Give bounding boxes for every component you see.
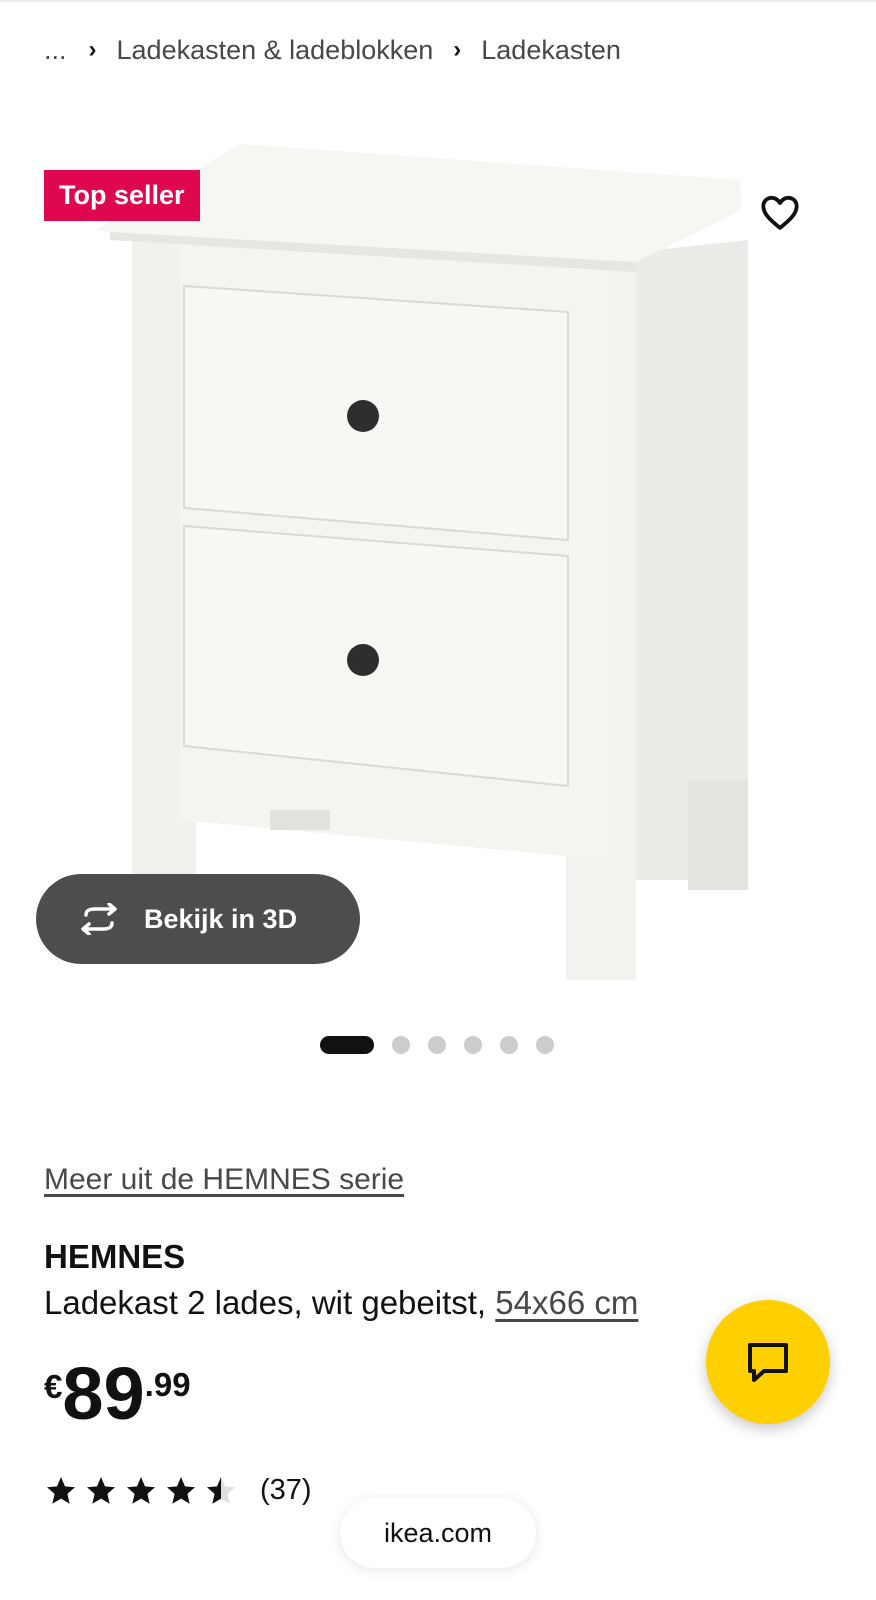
- view-in-3d-label: Bekijk in 3D: [144, 903, 298, 934]
- rating-stars: [44, 1475, 238, 1507]
- gallery-pagination: [320, 1034, 554, 1056]
- top-divider: [0, 0, 876, 2]
- gallery-dot-active[interactable]: [320, 1036, 374, 1054]
- view-in-3d-button[interactable]: Bekijk in 3D: [36, 874, 360, 964]
- heart-icon: [761, 195, 799, 230]
- gallery-dot[interactable]: [500, 1036, 518, 1054]
- product-description: Ladekast 2 lades, wit gebeitst, 54x66 cm: [44, 1284, 638, 1322]
- chat-button[interactable]: [706, 1300, 830, 1424]
- product-dimensions-link[interactable]: 54x66 cm: [495, 1284, 638, 1321]
- chevron-right-icon: ›: [88, 36, 97, 63]
- star-icon: [47, 1476, 75, 1504]
- star-icon: [87, 1476, 115, 1504]
- gallery-dot[interactable]: [464, 1036, 482, 1054]
- favourite-button[interactable]: [740, 172, 820, 252]
- product-description-text: Ladekast 2 lades, wit gebeitst,: [44, 1284, 487, 1321]
- product-rating[interactable]: (37): [44, 1474, 312, 1507]
- gallery-dot[interactable]: [428, 1036, 446, 1054]
- price-integer: 89: [62, 1352, 145, 1435]
- gallery-dot[interactable]: [536, 1036, 554, 1054]
- product-brand: HEMNES: [44, 1238, 186, 1275]
- chevron-right-icon: ›: [453, 36, 462, 63]
- breadcrumb: ... › Ladekasten & ladeblokken › Ladekas…: [44, 30, 621, 70]
- price-currency: €: [44, 1368, 63, 1405]
- star-icon: [127, 1476, 155, 1504]
- top-seller-badge: Top seller: [44, 170, 200, 221]
- chat-bubble-icon: [748, 1343, 788, 1382]
- breadcrumb-item-ladekasten-ladeblokken[interactable]: Ladekasten & ladeblokken: [117, 35, 434, 66]
- star-icon: [167, 1476, 195, 1504]
- series-link[interactable]: Meer uit de HEMNES serie: [44, 1163, 404, 1197]
- breadcrumb-ellipsis[interactable]: ...: [44, 35, 67, 66]
- rating-count: (37): [260, 1474, 312, 1506]
- gallery-dot[interactable]: [392, 1036, 410, 1054]
- product-price: € 89 .99: [44, 1352, 191, 1436]
- star-half-icon: [207, 1476, 235, 1504]
- rotate-3d-icon: [81, 903, 117, 935]
- browser-url-bar[interactable]: ikea.com: [340, 1498, 536, 1568]
- price-decimal: .99: [144, 1366, 191, 1403]
- breadcrumb-item-ladekasten[interactable]: Ladekasten: [481, 35, 621, 66]
